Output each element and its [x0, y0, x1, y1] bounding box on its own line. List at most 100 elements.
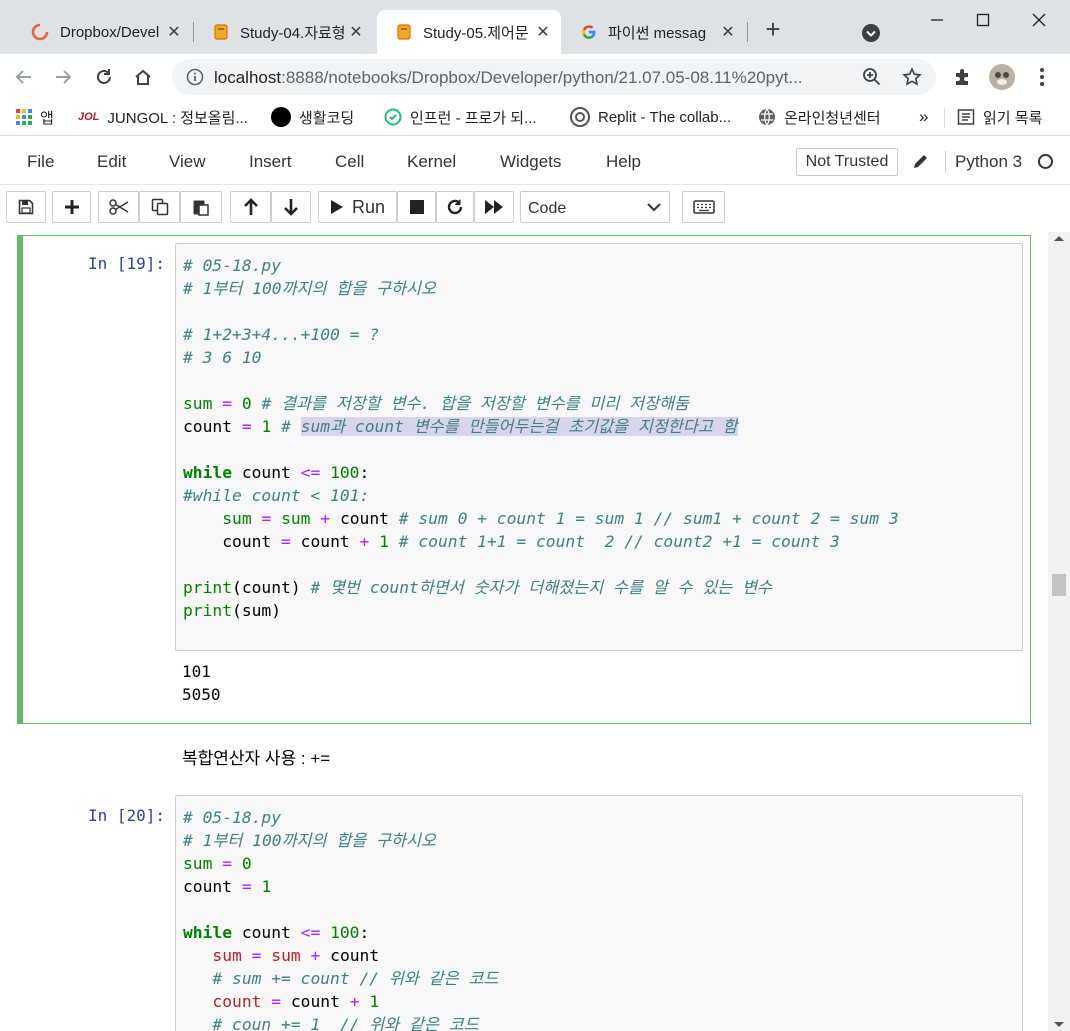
run-button[interactable]: Run — [318, 191, 397, 223]
code-number: 1 — [379, 532, 389, 551]
bookmark-saenghwal-coding[interactable]: 생활코딩 — [271, 106, 354, 128]
code-keyword: while — [183, 463, 233, 482]
code-text[interactable]: # 05-18.py # 1부터 100까지의 합을 구하시오 sum = 0 … — [183, 806, 498, 1031]
reload-button[interactable] — [88, 61, 120, 93]
menu-insert[interactable]: Insert — [249, 152, 292, 172]
command-palette-button[interactable] — [682, 191, 725, 223]
browser-menu-button[interactable] — [1026, 61, 1058, 93]
maximize-button[interactable] — [960, 6, 1006, 34]
code-number: 100 — [330, 923, 360, 942]
bookmark-inflearn[interactable]: 인프런 - 프로가 되... — [384, 106, 537, 128]
tab-study-05[interactable]: Study-05.제어문 ✕ — [377, 10, 561, 54]
back-button[interactable] — [8, 61, 40, 93]
extensions-button[interactable] — [946, 61, 978, 93]
close-icon[interactable]: ✕ — [720, 22, 736, 42]
notebook-scrollbar[interactable] — [1048, 232, 1070, 1031]
bookmark-apps[interactable]: 앱 — [16, 106, 54, 128]
code-editor[interactable]: # 05-18.py # 1부터 100까지의 합을 구하시오 # 1+2+3+… — [175, 243, 1023, 651]
tab-dropbox[interactable]: Dropbox/Devel ✕ — [12, 10, 192, 54]
bookmark-jungol[interactable]: JOL JUNGOL : 정보올림... — [78, 106, 248, 128]
google-icon — [582, 25, 596, 39]
move-down-button[interactable] — [271, 191, 311, 223]
cell-prompt: In [19]: — [88, 254, 166, 273]
menu-kernel[interactable]: Kernel — [407, 152, 456, 172]
scroll-up-icon[interactable] — [1053, 234, 1065, 242]
maximize-icon — [976, 13, 990, 27]
code-number: 0 — [241, 854, 252, 873]
cell-type-select[interactable]: Code — [520, 191, 670, 223]
reading-list-button[interactable]: 읽기 목록 — [957, 106, 1042, 128]
profile-avatar[interactable] — [986, 61, 1018, 93]
close-window-button[interactable] — [1016, 6, 1062, 34]
minimize-button[interactable] — [914, 6, 960, 34]
restart-kernel-button[interactable] — [436, 191, 474, 223]
tab-study-04[interactable]: Study-04.자료형 ✕ — [194, 10, 374, 54]
move-up-button[interactable] — [230, 191, 271, 223]
code-punctuation: : — [359, 923, 370, 942]
menu-edit[interactable]: Edit — [97, 152, 126, 172]
globe-icon — [758, 108, 776, 126]
markdown-text: 복합연산자 사용 : += — [182, 749, 331, 768]
jungol-icon: JOL — [78, 111, 100, 123]
bookmark-star-icon[interactable] — [902, 67, 922, 87]
scrollbar-thumb[interactable] — [1052, 574, 1066, 596]
not-trusted-button[interactable]: Not Trusted — [796, 148, 898, 176]
fast-forward-icon — [485, 200, 503, 214]
menu-file[interactable]: File — [27, 152, 54, 172]
cut-button[interactable] — [98, 191, 139, 223]
code-variable: sum — [271, 946, 301, 965]
new-tab-button[interactable]: + — [758, 14, 788, 44]
code-variable: count — [212, 992, 262, 1011]
code-builtin: print — [183, 601, 233, 620]
code-text[interactable]: # 05-18.py # 1부터 100까지의 합을 구하시오 # 1+2+3+… — [183, 254, 899, 622]
forward-button[interactable] — [47, 61, 79, 93]
bookmark-label: 앱 — [40, 109, 54, 127]
code-comment: # 05-18.py — [183, 256, 282, 275]
close-icon[interactable]: ✕ — [348, 22, 364, 42]
code-number: 1 — [261, 417, 272, 436]
code-punctuation: : — [359, 463, 370, 482]
close-icon — [1032, 13, 1046, 27]
copy-button[interactable] — [139, 191, 180, 223]
scroll-down-icon[interactable] — [1053, 1021, 1065, 1029]
code-operator: + — [349, 992, 360, 1011]
paste-icon — [193, 200, 209, 216]
home-button[interactable] — [127, 61, 159, 93]
bookmark-replit[interactable]: Replit - The collab... — [570, 106, 731, 128]
insert-cell-button[interactable] — [52, 191, 91, 223]
menu-cell[interactable]: Cell — [335, 152, 364, 172]
dropbox-icon — [31, 23, 49, 41]
bookmark-youth-center[interactable]: 온라인청년센터 — [758, 106, 881, 128]
reload-icon — [97, 69, 111, 84]
paste-button[interactable] — [180, 191, 222, 223]
bookmarks-overflow-button[interactable]: » — [919, 106, 928, 128]
close-icon[interactable]: ✕ — [535, 22, 551, 42]
code-variable: count — [241, 923, 291, 942]
jupyter-menubar: File Edit View Insert Cell Kernel Widget… — [0, 137, 1070, 185]
zoom-icon[interactable] — [862, 67, 882, 87]
interrupt-button[interactable] — [397, 191, 436, 223]
inflearn-icon — [384, 108, 402, 126]
tab-search-icon[interactable] — [858, 20, 884, 46]
address-bar[interactable]: localhost:8888/notebooks/Dropbox/Develop… — [172, 59, 936, 95]
url-text[interactable]: localhost:8888/notebooks/Dropbox/Develop… — [214, 68, 803, 88]
close-icon[interactable]: ✕ — [166, 22, 182, 42]
code-comment: # 1부터 100까지의 합을 구하시오 — [183, 831, 436, 850]
tab-divider — [747, 22, 748, 42]
save-button[interactable] — [6, 191, 46, 223]
browser-tab-strip: Dropbox/Devel ✕ Study-04.자료형 ✕ Study-05.… — [0, 0, 1070, 54]
info-icon[interactable] — [186, 68, 204, 86]
restart-run-all-button[interactable] — [474, 191, 514, 223]
tab-google-search[interactable]: 파이썬 messag ✕ — [562, 10, 746, 54]
bookmark-label: 온라인청년센터 — [784, 109, 881, 127]
pencil-icon[interactable] — [912, 152, 930, 170]
arrow-up-icon — [243, 198, 258, 215]
menu-help[interactable]: Help — [606, 152, 641, 172]
output-line: 101 — [182, 662, 211, 681]
chevron-down-icon — [647, 203, 661, 212]
menu-widgets[interactable]: Widgets — [500, 152, 561, 172]
arrow-down-icon — [284, 199, 298, 216]
code-number: 100 — [330, 463, 360, 482]
code-editor[interactable]: # 05-18.py # 1부터 100까지의 합을 구하시오 sum = 0 … — [175, 795, 1023, 1031]
menu-view[interactable]: View — [169, 152, 206, 172]
